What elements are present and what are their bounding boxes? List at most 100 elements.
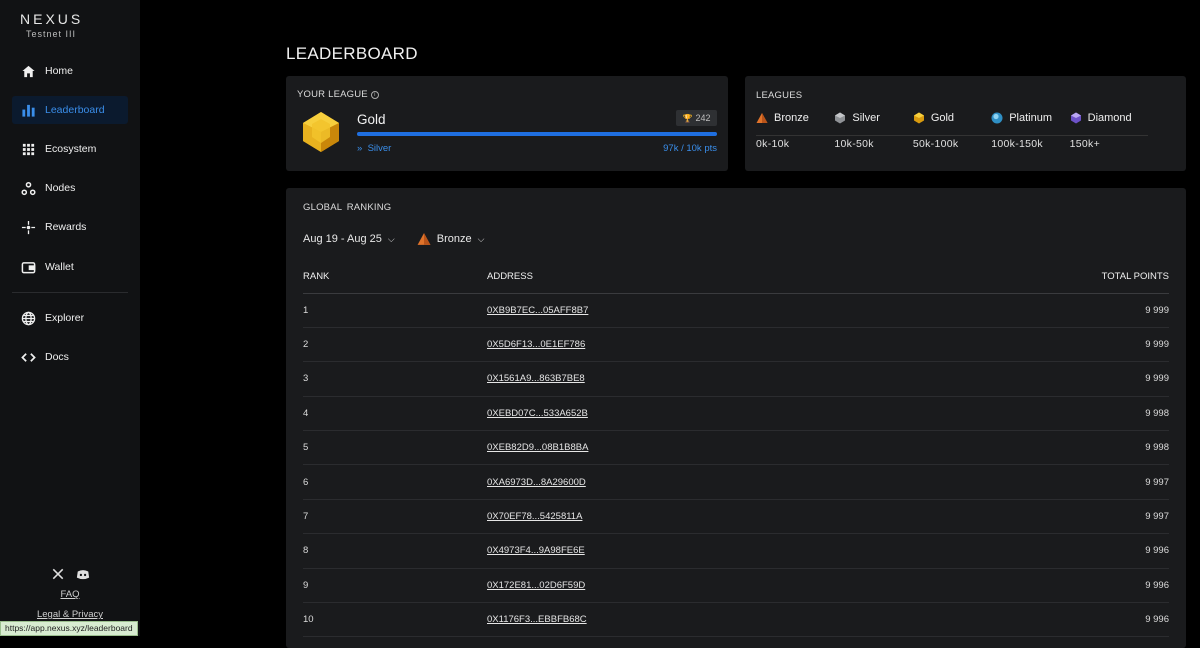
brand-logo[interactable]: NEXUS Testnet III (20, 11, 82, 39)
date-range-dropdown[interactable]: Aug 19 - Aug 25 ⌵ (303, 233, 395, 245)
rank-cell: 3 (303, 361, 487, 397)
league-platinum: Platinum 100k-150k (991, 110, 1069, 150)
league-range: 0k-10k (756, 138, 790, 150)
address-cell: 0X1561A9...863B7BE8 (487, 361, 897, 397)
sidebar-item-label: Docs (45, 351, 69, 363)
table-row: 3 0X1561A9...863B7BE8 9 999 (303, 361, 1169, 397)
points-cell: 9 996 (896, 533, 1169, 569)
sidebar-item-label: Leaderboard (45, 104, 105, 116)
league-range: 100k-150k (991, 138, 1043, 150)
bronze-league-icon (756, 113, 768, 123)
address-link[interactable]: 0X4973F4...9A98FE6E (487, 545, 585, 556)
global-ranking-card: GLOBAL RANKING Aug 19 - Aug 25 ⌵ Bronze … (286, 188, 1186, 648)
address-link[interactable]: 0X1561A9...863B7BE8 (487, 373, 585, 384)
league-diamond: Diamond 150k+ (1070, 110, 1148, 150)
league-bronze: Bronze 0k-10k (756, 110, 834, 150)
league-filter-dropdown[interactable]: Bronze ⌵ (417, 232, 485, 246)
rank-cell: 8 (303, 533, 487, 569)
code-icon (20, 349, 36, 365)
points-cell: 9 996 (896, 602, 1169, 638)
chevron-down-icon: ⌵ (477, 233, 485, 244)
address-link[interactable]: 0X5D6F13...0E1EF786 (487, 339, 585, 350)
discord-icon[interactable] (76, 567, 90, 581)
diamond-league-icon (1070, 112, 1081, 124)
address-link[interactable]: 0XEBD07C...533A652B (487, 408, 588, 419)
your-league-card: YOUR LEAGUE i Gold 🏆 242 » Silver 97k / 1… (286, 76, 728, 171)
sidebar-item-home[interactable]: Home (12, 57, 128, 85)
globe-icon (20, 310, 36, 326)
legal-privacy-link[interactable]: Legal & Privacy (0, 609, 140, 620)
address-link[interactable]: 0XB9B7EC...05AFF8B7 (487, 305, 588, 316)
points-cell: 9 997 (896, 464, 1169, 500)
address-cell: 0X1176F3...EBBFB68C (487, 602, 897, 638)
sidebar-item-leaderboard[interactable]: Leaderboard (12, 96, 128, 124)
x-logo-icon[interactable] (51, 567, 65, 581)
points-cell: 9 998 (896, 430, 1169, 466)
rank-cell: 4 (303, 396, 487, 432)
points-cell: 9 999 (896, 327, 1169, 363)
trophy-icon: 🏆 (682, 113, 693, 123)
platinum-league-icon (991, 112, 1003, 124)
gold-league-gem-icon (303, 112, 339, 152)
sidebar-item-docs[interactable]: Docs (12, 343, 128, 371)
address-link[interactable]: 0XA6973D...8A29600D (487, 477, 586, 488)
address-cell: 0X5D6F13...0E1EF786 (487, 327, 897, 363)
info-icon[interactable]: i (370, 91, 379, 99)
sidebar-item-label: Home (45, 65, 74, 77)
table-header-row: RANK ADDRESS TOTAL POINTS (303, 261, 1169, 294)
app-name: NEXUS (20, 11, 84, 27)
home-icon (20, 63, 36, 79)
date-range-value: Aug 19 - Aug 25 (303, 233, 382, 245)
table-row: 8 0X4973F4...9A98FE6E 9 996 (303, 533, 1169, 569)
sidebar-item-label: Explorer (45, 312, 85, 324)
league-range: 150k+ (1069, 138, 1101, 150)
league-progress-bar (357, 132, 717, 136)
ranking-table: RANK ADDRESS TOTAL POINTS 1 0XB9B7EC...05… (303, 261, 1169, 638)
table-row: 5 0XEB82D9...08B1B8BA 9 998 (303, 430, 1169, 466)
sidebar-item-rewards[interactable]: Rewards (12, 213, 128, 241)
league-name: Diamond (1087, 112, 1132, 124)
address-link[interactable]: 0X172E81...02D6F59D (487, 580, 585, 591)
points-cell: 9 997 (896, 499, 1169, 535)
app-subtitle: Testnet III (25, 29, 77, 39)
page-title: LEADERBOARD (286, 44, 418, 63)
sidebar-item-nodes[interactable]: Nodes (12, 174, 128, 202)
sidebar-item-label: Wallet (45, 261, 74, 273)
points-cell: 9 998 (896, 396, 1169, 432)
address-cell: 0X172E81...02D6F59D (487, 568, 897, 604)
address-link[interactable]: 0XEB82D9...08B1B8BA (487, 442, 588, 453)
rank-column-header[interactable]: RANK (303, 261, 487, 294)
address-column-header[interactable]: ADDRESS (487, 261, 897, 294)
faq-link[interactable]: FAQ (0, 589, 140, 600)
nodes-icon (20, 180, 36, 196)
leagues-label: LEAGUES (756, 90, 803, 101)
table-row: 2 0X5D6F13...0E1EF786 9 999 (303, 327, 1169, 363)
next-league: » Silver (357, 143, 391, 154)
address-link[interactable]: 0X1176F3...EBBFB68C (487, 614, 587, 625)
leagues-card: LEAGUES Bronze 0k-10k Silver 10k-50k Gol… (745, 76, 1186, 171)
points-column-header[interactable]: TOTAL POINTS (896, 261, 1169, 294)
address-link[interactable]: 0X70EF78...5425811A (487, 511, 582, 522)
address-cell: 0XEBD07C...533A652B (487, 396, 897, 432)
table-row: 6 0XA6973D...8A29600D 9 997 (303, 464, 1169, 500)
sidebar-item-wallet[interactable]: Wallet (12, 253, 128, 281)
leagues-list: Bronze 0k-10k Silver 10k-50k Gold 50k-10… (756, 110, 1148, 150)
rank-cell: 1 (303, 293, 487, 328)
rank-badge: 🏆 242 (676, 110, 717, 126)
bronze-league-icon (417, 233, 431, 245)
league-gold: Gold 50k-100k (913, 110, 991, 150)
social-links (0, 567, 140, 581)
address-cell: 0X70EF78...5425811A (487, 499, 897, 535)
table-row: 10 0X1176F3...EBBFB68C 9 996 (303, 602, 1169, 638)
next-league-name: Silver (367, 143, 392, 154)
current-league-name: Gold (357, 112, 386, 127)
leagues-divider (756, 135, 1148, 136)
sidebar-item-ecosystem[interactable]: Ecosystem (12, 135, 128, 163)
rank-cell: 7 (303, 499, 487, 535)
league-range: 50k-100k (912, 138, 959, 150)
your-league-heading: YOUR LEAGUE (297, 89, 368, 100)
league-name: Gold (930, 112, 955, 124)
sidebar-item-explorer[interactable]: Explorer (12, 304, 128, 332)
rank-cell: 2 (303, 327, 487, 363)
address-cell: 0X4973F4...9A98FE6E (487, 533, 897, 569)
